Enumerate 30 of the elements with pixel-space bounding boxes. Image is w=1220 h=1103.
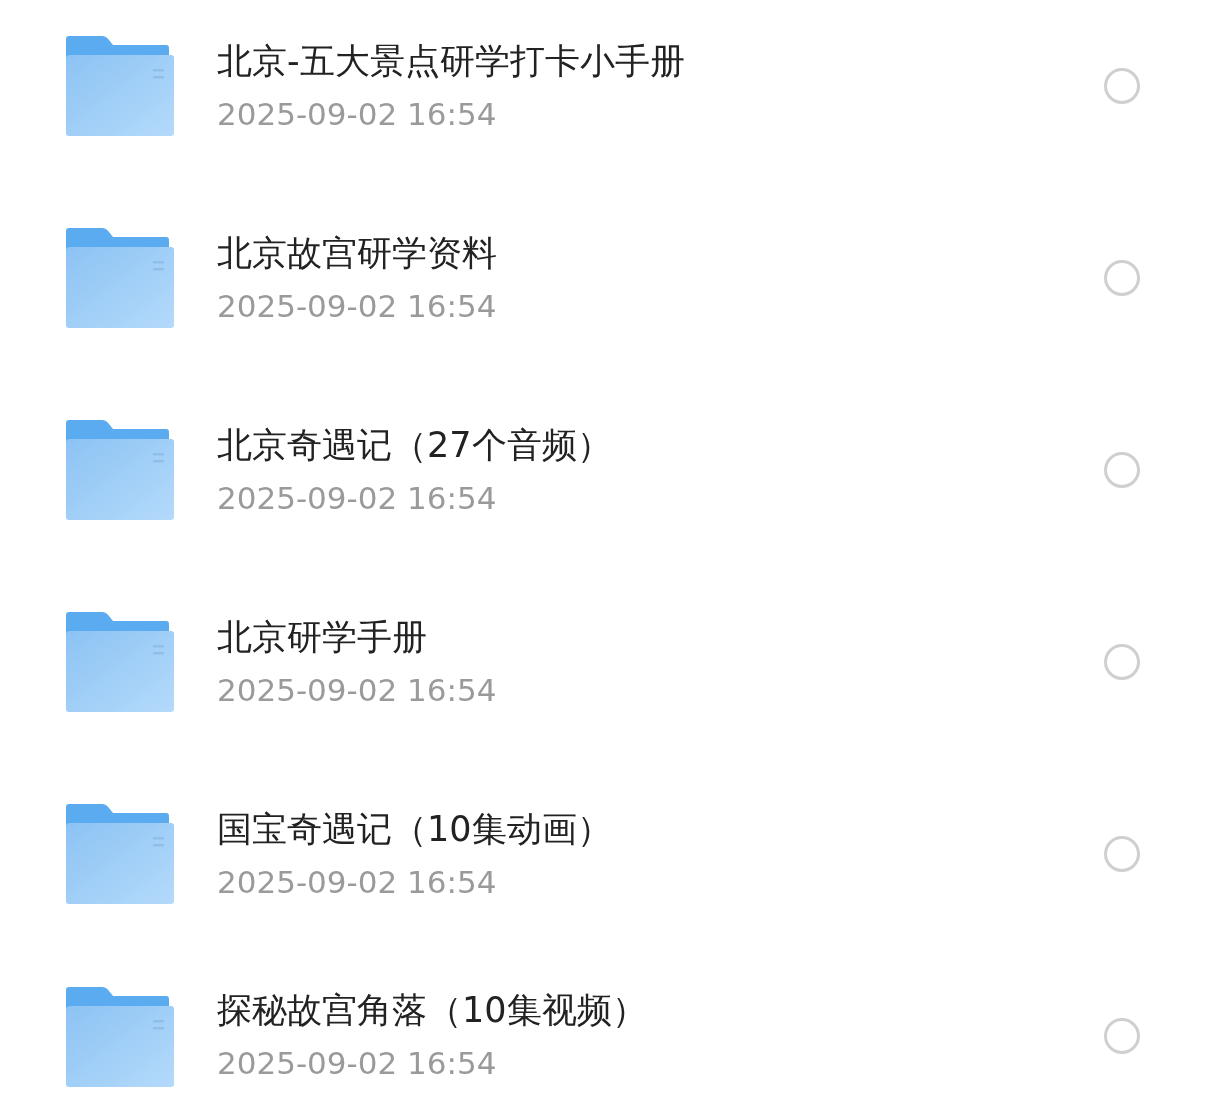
folder-name: 北京研学手册 [217,616,428,659]
folder-icon [66,804,174,904]
folder-icon [66,420,174,520]
select-radio[interactable] [1104,452,1140,488]
folder-icon [66,228,174,328]
folder-icon [66,612,174,712]
folder-row[interactable]: 北京故宫研学资料 2025-09-02 16:54 [0,182,1220,374]
folder-icon [66,987,174,1087]
folder-name: 国宝奇遇记（10集动画） [217,808,613,851]
folder-row[interactable]: 国宝奇遇记（10集动画） 2025-09-02 16:54 [0,758,1220,950]
folder-name: 北京奇遇记（27个音频） [217,424,613,467]
folder-row[interactable]: 北京研学手册 2025-09-02 16:54 [0,566,1220,758]
folder-icon [66,36,174,136]
modified-date: 2025-09-02 16:54 [217,1044,498,1083]
modified-date: 2025-09-02 16:54 [217,863,498,902]
folder-name: 北京故宫研学资料 [217,232,498,275]
modified-date: 2025-09-02 16:54 [217,287,498,326]
select-radio[interactable] [1104,260,1140,296]
folder-row[interactable]: 北京-五大景点研学打卡小手册 2025-09-02 16:54 [0,0,1220,182]
folder-row[interactable]: 北京奇遇记（27个音频） 2025-09-02 16:54 [0,374,1220,566]
select-radio[interactable] [1104,68,1140,104]
folder-row[interactable]: 探秘故宫角落（10集视频） 2025-09-02 16:54 [0,950,1220,1103]
select-radio[interactable] [1104,836,1140,872]
modified-date: 2025-09-02 16:54 [217,95,498,134]
select-radio[interactable] [1104,644,1140,680]
select-radio[interactable] [1104,1018,1140,1054]
folder-name: 探秘故宫角落（10集视频） [217,989,648,1032]
folder-name: 北京-五大景点研学打卡小手册 [217,40,686,83]
modified-date: 2025-09-02 16:54 [217,479,498,518]
modified-date: 2025-09-02 16:54 [217,671,498,710]
